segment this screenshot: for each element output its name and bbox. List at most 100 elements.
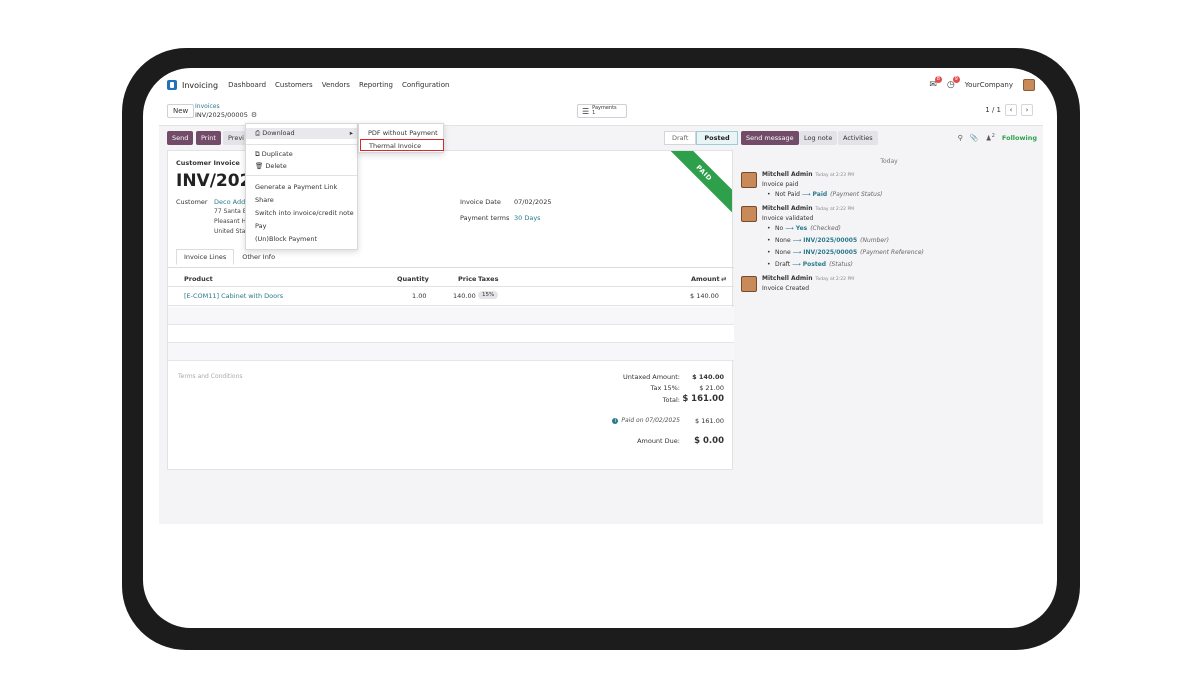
new-value: INV/2025/00005 bbox=[803, 237, 858, 244]
send-message-button[interactable]: Send message bbox=[741, 131, 799, 145]
chevron-right-icon[interactable]: › bbox=[1021, 104, 1033, 116]
avatar[interactable] bbox=[741, 276, 757, 292]
payments-count: 1 bbox=[592, 110, 596, 116]
stage-draft[interactable]: Draft bbox=[664, 131, 697, 145]
stage-posted[interactable]: Posted bbox=[696, 131, 738, 145]
field-name: (Checked) bbox=[810, 225, 841, 232]
field-name: (Payment Status) bbox=[830, 191, 883, 198]
status-bar: Draft Posted bbox=[664, 131, 738, 145]
menu-block-payment[interactable]: (Un)Block Payment bbox=[255, 235, 317, 243]
messages-badge: 8 bbox=[934, 76, 942, 83]
activities-badge: 9 bbox=[952, 76, 960, 83]
menu-share[interactable]: Share bbox=[255, 196, 274, 204]
chevron-left-icon[interactable]: ‹ bbox=[1005, 104, 1017, 116]
message-author: Mitchell Admin Today at 2:22 PM bbox=[762, 205, 854, 212]
nav-dashboard[interactable]: Dashboard bbox=[228, 81, 266, 89]
line-tax-badge[interactable]: 15% bbox=[478, 291, 499, 299]
menu-download[interactable]: ⎙ Download ▸ bbox=[246, 128, 357, 139]
customer-label: Customer bbox=[176, 198, 208, 206]
submenu-pdf-without-payment[interactable]: PDF without Payment bbox=[360, 127, 444, 139]
print-button[interactable]: Print bbox=[196, 131, 221, 145]
col-amount: Amount bbox=[691, 275, 720, 283]
avatar[interactable] bbox=[741, 172, 757, 188]
tax-amount: $ 21.00 bbox=[699, 384, 724, 392]
avatar[interactable] bbox=[741, 206, 757, 222]
search-icon[interactable]: ⚲ bbox=[958, 134, 963, 142]
message-body: Invoice Created bbox=[762, 285, 810, 292]
line-price[interactable]: 140.00 bbox=[453, 292, 476, 300]
send-button[interactable]: Send bbox=[167, 131, 194, 145]
payments-smart-button[interactable]: ☰ Payments 1 bbox=[577, 104, 627, 118]
menu-pay[interactable]: Pay bbox=[255, 222, 266, 230]
col-price: Price bbox=[458, 275, 477, 283]
message-time: Today at 2:22 PM bbox=[815, 277, 855, 282]
menu-delete[interactable]: 🗑 Delete bbox=[255, 162, 287, 170]
nav-reporting[interactable]: Reporting bbox=[359, 81, 393, 89]
app-name[interactable]: Invoicing bbox=[182, 81, 218, 90]
menu-divider bbox=[246, 175, 357, 176]
top-navbar: Invoicing Dashboard Customers Vendors Re… bbox=[159, 72, 1043, 98]
payment-line[interactable]: i Paid on 07/02/2025 bbox=[612, 417, 680, 424]
table-row[interactable]: [E-COM11] Cabinet with Doors 1.00 140.00… bbox=[168, 288, 734, 306]
breadcrumb-invoices[interactable]: Invoices bbox=[195, 103, 257, 111]
column-settings-icon[interactable]: ⇄ bbox=[721, 275, 726, 283]
customer-name-link[interactable]: Deco Addi bbox=[214, 198, 247, 206]
empty-line-row bbox=[168, 307, 734, 325]
tab-other-info[interactable]: Other Info bbox=[234, 249, 283, 265]
arrow-right-icon: ⟶ bbox=[792, 237, 802, 244]
company-switcher[interactable]: YourCompany bbox=[965, 81, 1013, 89]
line-quantity[interactable]: 1.00 bbox=[412, 292, 426, 300]
arrow-right-icon: ⟶ bbox=[785, 225, 794, 232]
pager-value[interactable]: 1 / 1 bbox=[985, 106, 1001, 114]
submenu-thermal-invoice[interactable]: Thermal Invoice bbox=[360, 139, 444, 151]
activities-clock-icon[interactable]: ◷ 9 bbox=[947, 76, 960, 90]
paid-on-text: Paid on 07/02/2025 bbox=[621, 417, 680, 424]
invoicing-app-icon[interactable] bbox=[167, 80, 177, 90]
menu-switch-credit-note[interactable]: Switch into invoice/credit note bbox=[255, 209, 354, 217]
payment-terms-field[interactable]: 30 Days bbox=[514, 214, 541, 222]
new-value: Posted bbox=[802, 261, 827, 268]
invoice-date-field[interactable]: 07/02/2025 bbox=[514, 198, 551, 206]
author-name[interactable]: Mitchell Admin bbox=[762, 205, 813, 212]
paid-amount: $ 161.00 bbox=[695, 417, 724, 425]
preview-button[interactable]: Previ bbox=[223, 131, 247, 145]
col-taxes: Taxes bbox=[478, 275, 499, 283]
nav-configuration[interactable]: Configuration bbox=[402, 81, 449, 89]
terms-and-conditions-field[interactable]: Terms and Conditions bbox=[178, 373, 243, 380]
tracking-line: None⟶INV/2025/00005(Payment Reference) bbox=[767, 249, 924, 256]
message-body: Invoice validated bbox=[762, 215, 814, 222]
author-name[interactable]: Mitchell Admin bbox=[762, 275, 813, 282]
nav-customers[interactable]: Customers bbox=[275, 81, 313, 89]
followers-icon[interactable]: ♟2 bbox=[985, 133, 994, 142]
menu-duplicate[interactable]: ⧉ Duplicate bbox=[255, 150, 293, 159]
menu-download-label: Download bbox=[262, 129, 295, 137]
new-button[interactable]: New bbox=[167, 104, 195, 118]
author-name[interactable]: Mitchell Admin bbox=[762, 171, 813, 178]
pager: 1 / 1 ‹ › bbox=[985, 104, 1033, 116]
invoice-date-label: Invoice Date bbox=[460, 198, 501, 206]
gear-icon[interactable]: ⚙ bbox=[251, 111, 257, 119]
col-quantity: Quantity bbox=[397, 275, 429, 283]
trash-icon: 🗑 bbox=[255, 162, 264, 170]
user-avatar[interactable] bbox=[1023, 79, 1035, 91]
download-icon: ⎙ bbox=[255, 129, 261, 137]
chatter-panel: Send message Log note Activities ⚲ 📎 ♟2 … bbox=[741, 126, 1043, 524]
activities-button[interactable]: Activities bbox=[838, 131, 878, 145]
message-time: Today at 2:23 PM bbox=[815, 173, 855, 178]
copy-icon: ⧉ bbox=[255, 150, 260, 158]
paperclip-icon[interactable]: 📎 bbox=[970, 134, 979, 142]
new-value: Paid bbox=[812, 191, 828, 198]
info-icon[interactable]: i bbox=[612, 418, 619, 424]
nav-vendors[interactable]: Vendors bbox=[322, 81, 350, 89]
chatter-topbar-right: ⚲ 📎 ♟2 Following bbox=[958, 131, 1037, 145]
tab-invoice-lines[interactable]: Invoice Lines bbox=[176, 249, 235, 265]
messages-icon[interactable]: ✉ 8 bbox=[929, 76, 942, 90]
line-product[interactable]: [E-COM11] Cabinet with Doors bbox=[184, 292, 283, 300]
empty-line-row bbox=[168, 343, 734, 361]
log-note-button[interactable]: Log note bbox=[799, 131, 838, 145]
field-name: (Number) bbox=[860, 237, 889, 244]
menu-generate-payment-link[interactable]: Generate a Payment Link bbox=[255, 183, 337, 191]
tracking-line: Not Paid⟶Paid(Payment Status) bbox=[767, 191, 883, 198]
following-button[interactable]: Following bbox=[1002, 134, 1037, 142]
untaxed-label: Untaxed Amount: bbox=[623, 373, 680, 381]
